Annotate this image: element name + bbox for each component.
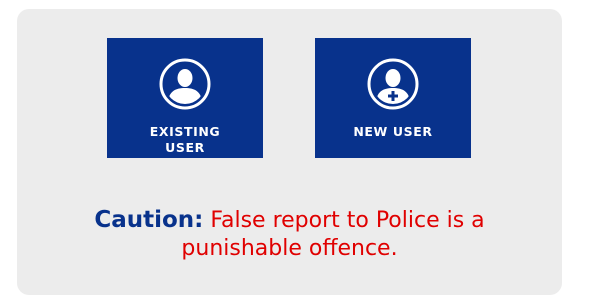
existing-user-label: EXISTING USER <box>107 124 263 156</box>
user-add-icon <box>367 58 419 110</box>
caution-label: Caution: <box>94 207 204 233</box>
new-user-label: NEW USER <box>353 124 433 139</box>
caution-notice: Caution: False report to Police is a pun… <box>17 206 562 263</box>
existing-user-button[interactable]: EXISTING USER <box>107 38 263 158</box>
caution-message: False report to Police is a punishable o… <box>181 208 485 261</box>
existing-user-label-line1: EXISTING <box>149 124 221 139</box>
existing-user-label-line2: USER <box>165 140 205 155</box>
user-icon <box>159 58 211 110</box>
new-user-button[interactable]: NEW USER <box>315 38 471 158</box>
user-selection-panel: EXISTING USER NEW USER Caution: False re… <box>17 9 562 295</box>
